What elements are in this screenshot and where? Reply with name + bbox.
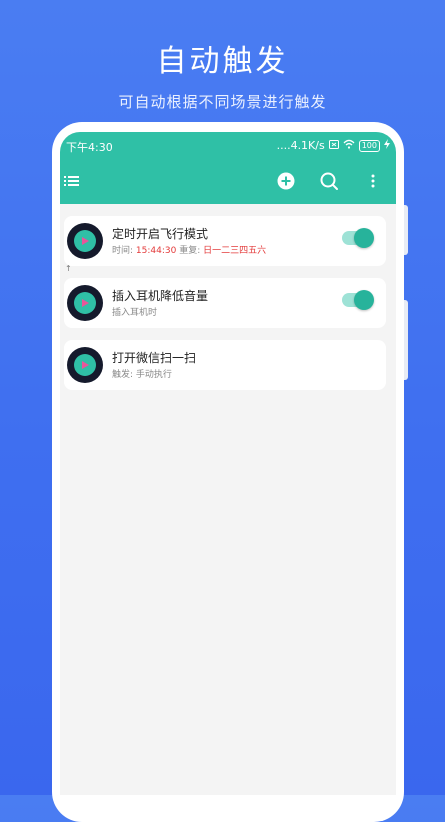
wifi-icon: [343, 139, 355, 152]
phone-power-button: [404, 300, 408, 380]
repeat-value: 日一二三四五六: [203, 246, 267, 256]
task-subtitle: 时间: 15:44:30 重复: 日一二三四五六: [112, 243, 266, 256]
play-icon: [74, 354, 96, 376]
search-icon[interactable]: [319, 171, 339, 191]
task-card-airplane[interactable]: 定时开启飞行模式 时间: 15:44:30 重复: 日一二三四五六 ↑: [64, 216, 386, 273]
battery-icon: 100: [358, 139, 380, 152]
plus-circle-icon[interactable]: [276, 171, 296, 191]
task-title: 定时开启飞行模式: [112, 227, 209, 241]
app-screen: 下午4:30 ....4.1K/s 100 定时开启飞行模式 时间: 15:44…: [60, 132, 396, 795]
status-icons: ....4.1K/s 100: [277, 139, 390, 152]
list-menu-icon[interactable]: [64, 171, 84, 191]
repeat-label: 重复:: [176, 246, 204, 256]
task-subtitle: 插入耳机时: [112, 308, 158, 318]
toggle-knob: [354, 228, 374, 248]
more-vertical-icon[interactable]: [368, 171, 388, 191]
charging-icon: [384, 139, 390, 152]
task-toggle[interactable]: [342, 290, 374, 310]
time-value: 15:44:30: [135, 246, 177, 256]
time-label: 时间:: [112, 246, 136, 256]
task-title: 打开微信扫一扫: [112, 351, 197, 365]
task-avatar: [67, 285, 103, 321]
task-card-earphone[interactable]: 插入耳机降低音量 插入耳机时: [64, 278, 386, 328]
play-icon: [74, 230, 96, 252]
sim-icon: [328, 139, 339, 152]
task-avatar: [67, 223, 103, 259]
phone-volume-button: [404, 205, 408, 255]
network-speed: ....4.1K/s: [276, 139, 325, 152]
task-avatar: [67, 347, 103, 383]
promo-title: 自动触发: [156, 44, 289, 79]
task-card-wechat-scan[interactable]: 打开微信扫一扫 触发: 手动执行: [64, 340, 386, 390]
status-bar: 下午4:30 ....4.1K/s 100: [60, 132, 396, 158]
play-icon: [74, 292, 96, 314]
task-title: 插入耳机降低音量: [112, 289, 209, 303]
task-toggle[interactable]: [342, 228, 374, 248]
pin-icon: ↑: [65, 264, 72, 273]
toggle-knob: [354, 290, 374, 310]
task-subtitle: 触发: 手动执行: [112, 370, 172, 380]
status-time: 下午4:30: [66, 141, 113, 154]
promo-subtitle: 可自动根据不同场景进行触发: [118, 93, 327, 111]
app-toolbar: [60, 158, 396, 204]
